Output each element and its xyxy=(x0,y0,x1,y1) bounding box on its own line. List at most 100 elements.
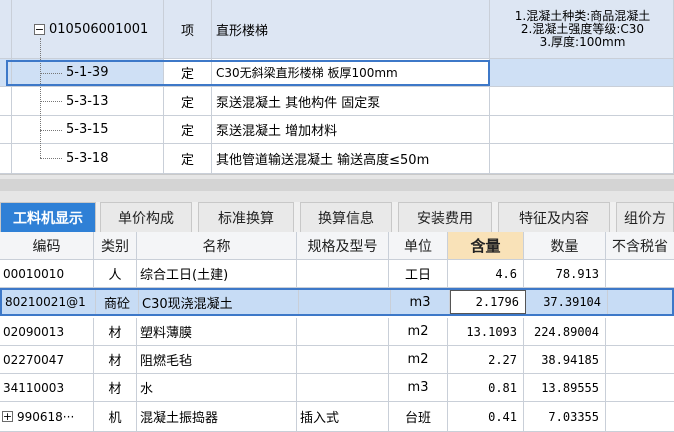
cell-category: 机 xyxy=(94,402,137,431)
grid-row[interactable]: 02270047 材 阻燃毛毡 m2 2.27 38.94185 xyxy=(0,346,674,374)
item-code-cell[interactable]: − 010506001001 xyxy=(12,0,164,58)
sub-code: 5-3-15 xyxy=(12,116,164,143)
cell-name: 塑料薄膜 xyxy=(137,318,297,345)
splitter-bar[interactable] xyxy=(0,179,674,191)
detail-tabs: 工料机显示 单价构成 标准换算 换算信息 安装费用 特征及内容 组价方 xyxy=(0,202,674,232)
resource-grid: 编码 类别 名称 规格及型号 单位 含量 数量 不含税省 00010010 人 … xyxy=(0,232,674,432)
cell-unit: m2 xyxy=(389,346,448,373)
cell-category: 材 xyxy=(94,346,137,373)
cell-code: 80210021@1 xyxy=(2,290,96,314)
tab-price-composition[interactable]: 单价构成 xyxy=(100,202,192,232)
header-quantity[interactable]: 数量 xyxy=(524,232,606,259)
cell-qty-per[interactable]: 4.6 xyxy=(448,260,524,287)
cell-qty-per[interactable]: 0.81 xyxy=(448,374,524,401)
grid-row[interactable]: 00010010 人 综合工日(土建) 工日 4.6 78.913 xyxy=(0,260,674,288)
cell-unit: 工日 xyxy=(389,260,448,287)
cell-unit: m3 xyxy=(391,290,450,314)
panel-splitter[interactable] xyxy=(0,174,674,203)
cell-code: 00010010 xyxy=(0,260,94,287)
tree-row[interactable]: 5-3-18 定 其他管道输送混凝土 输送高度≤50m xyxy=(0,144,674,174)
cell-spec xyxy=(297,318,389,345)
cell-spec xyxy=(297,260,389,287)
feature-line: 2.混凝土强度等级:C30 xyxy=(520,21,645,36)
tree-row[interactable]: 5-3-13 定 泵送混凝土 其他构件 固定泵 xyxy=(0,87,674,116)
tree-connector xyxy=(40,158,62,159)
cell-spec: 插入式 xyxy=(297,402,389,431)
header-category[interactable]: 类别 xyxy=(94,232,137,259)
cell-price xyxy=(608,290,674,314)
header-name[interactable]: 名称 xyxy=(137,232,297,259)
cell-qty-per[interactable]: 2.27 xyxy=(448,346,524,373)
sub-type: 定 xyxy=(164,116,212,143)
sub-code: 5-1-39 xyxy=(12,59,164,86)
tree-connector xyxy=(40,73,62,74)
cell-price xyxy=(606,402,674,431)
tab-install-fee[interactable]: 安装费用 xyxy=(398,202,492,232)
tab-standard-conversion[interactable]: 标准换算 xyxy=(198,202,294,232)
item-type: 项 xyxy=(164,0,212,58)
cell-category: 材 xyxy=(94,374,137,401)
sub-name[interactable]: C30无斜梁直形楼梯 板厚100mm xyxy=(212,59,490,86)
cell-price xyxy=(606,260,674,287)
cell-spec xyxy=(297,374,389,401)
cell-unit: m3 xyxy=(389,374,448,401)
sub-name: 泵送混凝土 其他构件 固定泵 xyxy=(212,87,490,115)
cell-category: 人 xyxy=(94,260,137,287)
tab-features-content[interactable]: 特征及内容 xyxy=(498,202,610,232)
cell-quantity: 38.94185 xyxy=(524,346,606,373)
cell-code: 02090013 xyxy=(0,318,94,345)
cell-unit: 台班 xyxy=(389,402,448,431)
feature-line: 3.厚度:100mm xyxy=(539,34,626,49)
cell-category: 商砼 xyxy=(96,290,139,314)
tab-material-display[interactable]: 工料机显示 xyxy=(0,202,96,232)
cell-qty-per-active[interactable]: 2.1796 xyxy=(450,290,526,314)
quota-tree-table: − 010506001001 项 直形楼梯 1.混凝土种类:商品混凝土 2.混凝… xyxy=(0,0,674,174)
sub-code: 5-3-18 xyxy=(12,144,164,173)
collapse-icon[interactable]: − xyxy=(34,23,45,35)
sub-code: 5-3-13 xyxy=(12,87,164,115)
header-qty-per[interactable]: 含量 xyxy=(448,232,524,259)
tab-pricing[interactable]: 组价方 xyxy=(616,202,674,232)
row-gutter xyxy=(0,0,12,58)
cell-code: 34110003 xyxy=(0,374,94,401)
header-code[interactable]: 编码 xyxy=(0,232,94,259)
cell-unit: m2 xyxy=(389,318,448,345)
cell-qty-per[interactable]: 13.1093 xyxy=(448,318,524,345)
tree-connector xyxy=(40,101,62,102)
header-unit[interactable]: 单位 xyxy=(389,232,448,259)
item-features: 1.混凝土种类:商品混凝土 2.混凝土强度等级:C30 3.厚度:100mm xyxy=(490,0,674,58)
row-gutter xyxy=(0,87,12,115)
tree-row-item[interactable]: − 010506001001 项 直形楼梯 1.混凝土种类:商品混凝土 2.混凝… xyxy=(0,0,674,59)
header-spec[interactable]: 规格及型号 xyxy=(297,232,389,259)
tree-row[interactable]: 5-3-15 定 泵送混凝土 增加材料 xyxy=(0,116,674,144)
header-price[interactable]: 不含税省 xyxy=(606,232,674,259)
grid-row[interactable]: 34110003 材 水 m3 0.81 13.89555 xyxy=(0,374,674,402)
grid-row-selected[interactable]: 80210021@1 商砼 C30现浇混凝土 m3 2.1796 37.3910… xyxy=(0,288,674,316)
tree-connector xyxy=(40,38,41,158)
grid-row[interactable]: + 990618··· 机 混凝土振捣器 插入式 台班 0.41 7.03355 xyxy=(0,402,674,432)
cell-name: 阻燃毛毡 xyxy=(137,346,297,373)
sub-features xyxy=(490,144,674,173)
tab-conversion-info[interactable]: 换算信息 xyxy=(300,202,392,232)
cell-code: + 990618··· xyxy=(0,402,94,431)
cell-quantity: 7.03355 xyxy=(524,402,606,431)
cell-quantity: 13.89555 xyxy=(524,374,606,401)
cell-price xyxy=(606,318,674,345)
grid-row[interactable]: 02090013 材 塑料薄膜 m2 13.1093 224.89004 xyxy=(0,318,674,346)
cell-quantity: 37.39104 xyxy=(526,290,608,314)
cell-code: 02270047 xyxy=(0,346,94,373)
cell-name: 混凝土振捣器 xyxy=(137,402,297,431)
cell-qty-per[interactable]: 0.41 xyxy=(448,402,524,431)
tree-row-selected[interactable]: 5-1-39 定 C30无斜梁直形楼梯 板厚100mm xyxy=(0,59,674,87)
code-text: 990618··· xyxy=(17,409,75,424)
expand-icon[interactable]: + xyxy=(2,411,13,422)
cell-name: 水 xyxy=(137,374,297,401)
cell-quantity: 224.89004 xyxy=(524,318,606,345)
tree-connector xyxy=(40,130,62,131)
sub-type: 定 xyxy=(164,59,212,86)
sub-type: 定 xyxy=(164,87,212,115)
cell-quantity: 78.913 xyxy=(524,260,606,287)
cell-price xyxy=(606,374,674,401)
row-gutter xyxy=(0,116,12,143)
sub-features xyxy=(490,116,674,143)
